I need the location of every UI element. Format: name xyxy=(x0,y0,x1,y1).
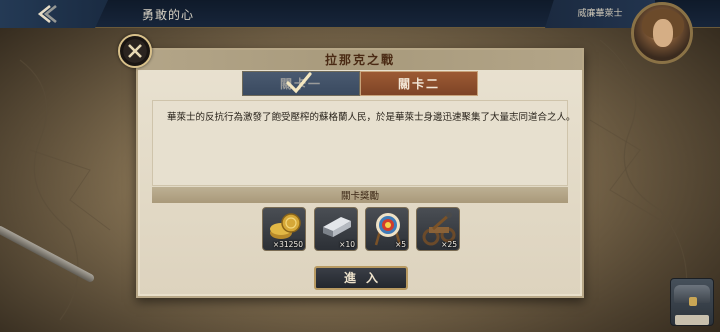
reward-item-gold[interactable]: ×31250 xyxy=(262,207,306,251)
tab-label: 關卡二 xyxy=(397,77,440,91)
chest-lock-icon xyxy=(689,297,697,306)
dialog-title: 拉那克之戰 xyxy=(324,53,395,67)
dialog-header: 拉那克之戰 xyxy=(138,50,582,70)
avatar-face xyxy=(653,19,673,47)
close-button[interactable] xyxy=(118,34,152,68)
back-arrow-icon xyxy=(37,4,57,24)
stage-dialog: 拉那克之戰 關卡一 關卡二 華萊士的反抗行為激發了飽受壓榨的蘇格蘭人民，於是華萊… xyxy=(136,48,584,298)
reward-title: 關卡獎勵 xyxy=(340,191,379,202)
reward-quantity: ×31250 xyxy=(272,240,303,249)
page-title: 勇敢的心 xyxy=(142,8,195,22)
description-panel: 華萊士的反抗行為激發了飽受壓榨的蘇格蘭人民，於是華萊士身邊迅速聚集了大量志同道合… xyxy=(152,100,576,186)
top-bar: 勇敢的心 威廉華萊士 xyxy=(0,0,720,28)
stage-description: 華萊士的反抗行為激發了飽受壓榨的蘇格蘭人民，於是華萊士身邊迅速聚集了大量志同道合… xyxy=(167,112,576,123)
tab-stage-2[interactable]: 關卡二 xyxy=(360,71,478,96)
tab-stage-1[interactable]: 關卡一 xyxy=(242,71,360,96)
back-button[interactable] xyxy=(0,0,108,28)
gold-coins-icon xyxy=(270,213,301,239)
check-icon xyxy=(286,72,312,94)
close-icon xyxy=(128,44,142,58)
player-avatar[interactable] xyxy=(631,2,693,64)
reward-header: 關卡獎勵 xyxy=(152,187,568,203)
reward-item-target[interactable]: ×5 xyxy=(365,207,409,251)
reward-item-silver[interactable]: ×10 xyxy=(314,207,358,251)
silver-ingot-icon xyxy=(323,217,351,237)
chest-badge xyxy=(675,315,709,325)
chest-button[interactable] xyxy=(670,278,714,326)
reward-item-catapult[interactable]: ×25 xyxy=(416,207,460,251)
reward-quantity: ×5 xyxy=(394,240,406,249)
enter-button[interactable]: 進入 xyxy=(314,266,408,290)
reward-quantity: ×10 xyxy=(339,240,355,249)
reward-quantity: ×25 xyxy=(441,240,457,249)
